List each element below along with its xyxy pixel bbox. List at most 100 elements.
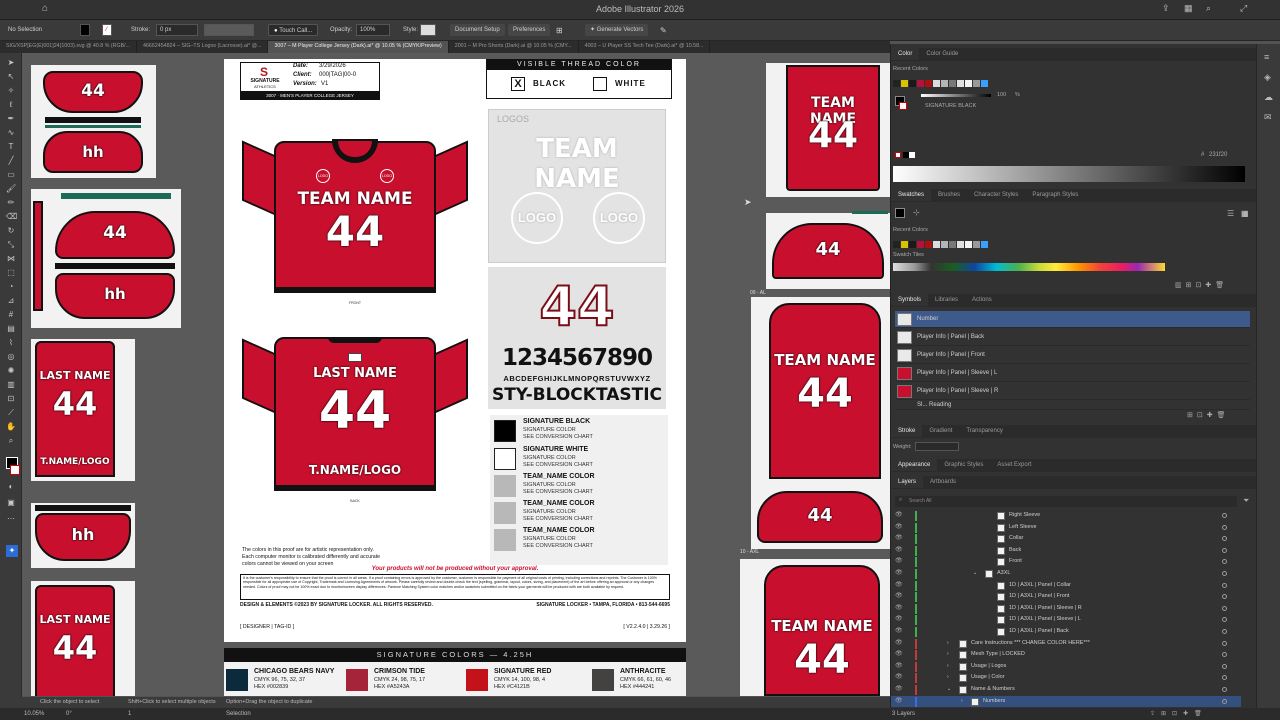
stroke-swatch[interactable]: ⁄ [102, 24, 112, 37]
expand-chevron-icon[interactable]: › [947, 649, 949, 661]
layers-icon[interactable]: ◈ [1264, 72, 1271, 83]
hex-value[interactable]: 231f20 [1209, 152, 1227, 158]
tab-transparency[interactable]: Transparency [959, 425, 1009, 437]
layer-row[interactable]: 👁 ⌄ Name & Numbers [891, 684, 1241, 696]
tab-paragraph-styles[interactable]: Paragraph Styles [1025, 189, 1085, 201]
tab-color-guide[interactable]: Color Guide [919, 48, 965, 60]
tab-artboards[interactable]: Artboards [923, 476, 963, 488]
mesh-tool-icon[interactable]: # [6, 311, 16, 319]
expand-chevron-icon[interactable]: › [947, 672, 949, 684]
layer-row[interactable]: 👁 ⌄ A3XL [891, 568, 1241, 580]
visibility-eye-icon[interactable]: 👁 [895, 661, 903, 673]
shape-builder-tool-icon[interactable]: ◔ [6, 283, 16, 291]
visibility-eye-icon[interactable]: 👁 [895, 638, 903, 650]
artboard-thumb[interactable]: 44 hh [31, 65, 156, 178]
visibility-eye-icon[interactable]: 👁 [895, 603, 903, 615]
artboard-number[interactable]: 1 [128, 711, 131, 717]
color-chip[interactable] [925, 241, 932, 249]
color-chip[interactable] [893, 80, 900, 88]
tab-symbols[interactable]: Symbols [891, 294, 929, 306]
color-chip[interactable] [957, 241, 964, 249]
symbol-item[interactable]: Sl... Reading [895, 401, 1250, 410]
libraries-icon[interactable]: ☁ [1264, 92, 1273, 103]
perspective-grid-tool-icon[interactable]: ⊿ [6, 297, 16, 305]
target-circle-icon[interactable] [1222, 559, 1227, 565]
white-color-icon[interactable] [909, 152, 915, 158]
opacity-input[interactable]: 100% [356, 24, 390, 37]
expand-chevron-icon[interactable]: ⌄ [947, 684, 951, 696]
symbol-actions-icon[interactable]: ⊞⊡✚🗑 [1187, 411, 1229, 419]
color-chip[interactable] [893, 241, 900, 249]
stroke-color-icon[interactable] [899, 102, 907, 110]
color-chip[interactable] [909, 80, 916, 88]
color-chip[interactable] [973, 241, 980, 249]
visibility-eye-icon[interactable]: 👁 [895, 672, 903, 684]
artboard-thumb[interactable]: hh [31, 503, 135, 568]
target-circle-icon[interactable] [1222, 663, 1227, 669]
color-chip[interactable] [949, 80, 956, 88]
layer-row[interactable]: 👁 › Numbers [891, 695, 1241, 708]
generative-tool-icon[interactable]: ✦ [6, 545, 18, 557]
target-circle-icon[interactable] [1222, 594, 1227, 600]
artboard-thumb[interactable]: TEAM NAME 44 [766, 63, 890, 197]
eyedropper-tool-icon[interactable]: ⌇ [6, 339, 16, 347]
visibility-eye-icon[interactable]: 👁 [895, 614, 903, 626]
visibility-eye-icon[interactable]: 👁 [895, 626, 903, 638]
layers-search-input[interactable]: ⌕ Search All [895, 496, 1237, 507]
zoom-tool-icon[interactable]: ⌕ [6, 437, 16, 445]
doc-tab-3[interactable]: 3007 – M Player College Jersey (Dark).ai… [268, 41, 449, 53]
color-chip[interactable] [957, 80, 964, 88]
tab-gradient[interactable]: Gradient [922, 425, 959, 437]
artboard-thumb[interactable]: LAST NAME 44 [31, 581, 135, 696]
layer-row[interactable]: 👁 1D | A3XL | Panel | Back [891, 626, 1241, 638]
layer-row[interactable]: 👁 1D | A3XL | Panel | Sleeve | L [891, 614, 1241, 626]
thread-white-checkbox[interactable] [593, 77, 607, 91]
artboard-thumb[interactable]: 44 [766, 211, 890, 289]
arrange-documents-icon[interactable]: ⊞ [556, 24, 563, 37]
visibility-eye-icon[interactable]: 👁 [895, 568, 903, 580]
tab-libraries[interactable]: Libraries [928, 294, 965, 306]
layer-row[interactable]: 👁 1D | A3XL | Panel | Sleeve | R [891, 603, 1241, 615]
type-tool-icon[interactable]: T [6, 143, 16, 151]
edit-icon[interactable]: ✎ [660, 24, 667, 37]
visibility-eye-icon[interactable]: 👁 [895, 556, 903, 568]
fill-color-icon[interactable] [895, 208, 905, 218]
target-circle-icon[interactable] [1222, 547, 1227, 553]
artboard-thumb[interactable]: TEAM NAME 44 [740, 559, 890, 696]
filter-icon[interactable]: ⏷ [1243, 496, 1249, 506]
expand-chevron-icon[interactable]: › [961, 696, 963, 708]
tab-layers[interactable]: Layers [891, 476, 924, 488]
doc-tab-1[interactable]: SIG/XSP[EG(E)001]24(1003).svg @ 40.8 % (… [0, 41, 138, 53]
doc-tab-4[interactable]: 2001 – M Pro Shorts (Dark).ai @ 10.05 % … [449, 41, 579, 53]
color-chip[interactable] [981, 80, 988, 88]
layer-actions-icon[interactable]: ⇪⊞⊡✚🗑 [1150, 710, 1208, 717]
grid-view-icon[interactable]: ▦ [1241, 209, 1249, 218]
tab-graphic-styles[interactable]: Graphic Styles [937, 459, 990, 471]
list-view-icon[interactable]: ☰ [1227, 209, 1234, 218]
target-circle-icon[interactable] [1222, 605, 1227, 611]
scale-tool-icon[interactable]: ⤡ [6, 241, 16, 249]
expand-chevron-icon[interactable]: ⌄ [973, 568, 977, 580]
color-chip[interactable] [933, 80, 940, 88]
main-artboard[interactable]: S SIGNATURE ATHLETICS Date: 3/29/2026 Cl… [224, 59, 686, 642]
artboard-thumb[interactable]: 44 hh [31, 189, 181, 328]
symbol-item[interactable]: Number [895, 311, 1250, 328]
layer-row[interactable]: 👁 › Mesh Type | LOCKED [891, 649, 1241, 661]
tab-brushes[interactable]: Brushes [931, 189, 967, 201]
rotate-tool-icon[interactable]: ↻ [6, 227, 16, 235]
symbol-item[interactable]: Player Info | Panel | Back [895, 329, 1250, 346]
generate-vectors-button[interactable]: ✦ Generate Vectors [585, 24, 649, 36]
selection-tool-icon[interactable]: ➤ [6, 59, 16, 67]
variable-width-dropdown[interactable] [204, 24, 254, 37]
target-circle-icon[interactable] [1222, 698, 1227, 704]
width-tool-icon[interactable]: ⋈ [6, 255, 16, 263]
swatch-actions-icon[interactable]: ▥⊞⊡✚🗑 [1175, 281, 1228, 289]
tab-character-styles[interactable]: Character Styles [967, 189, 1025, 201]
line-tool-icon[interactable]: ╱ [6, 157, 16, 165]
target-circle-icon[interactable] [1222, 687, 1227, 692]
artboard-thumb[interactable]: LAST NAME 44 T.NAME/LOGO [31, 339, 135, 481]
back-jersey[interactable]: LAST NAME 44 T.NAME/LOGO BACK [242, 337, 468, 503]
comments-icon[interactable]: ✉ [1264, 112, 1272, 123]
rotation-angle[interactable]: 0° [66, 711, 72, 717]
target-circle-icon[interactable] [1222, 652, 1227, 658]
